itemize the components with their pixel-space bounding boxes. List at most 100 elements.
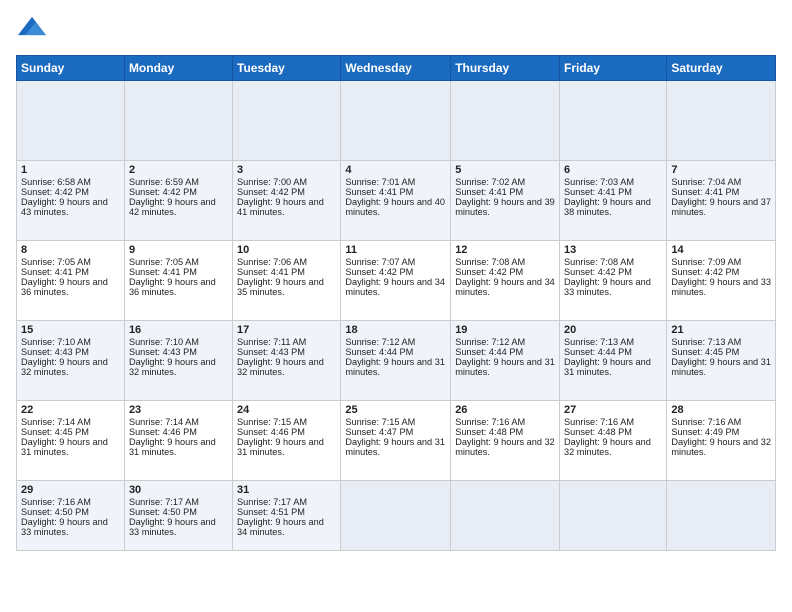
table-cell: 6Sunrise: 7:03 AMSunset: 4:41 PMDaylight… — [560, 161, 667, 241]
daylight-label: Daylight: 9 hours and 31 minutes. — [237, 437, 324, 457]
daylight-label: Daylight: 9 hours and 31 minutes. — [21, 437, 108, 457]
sunrise-label: Sunrise: 7:07 AM — [345, 257, 415, 267]
sunrise-label: Sunrise: 7:01 AM — [345, 177, 415, 187]
sunset-label: Sunset: 4:47 PM — [345, 427, 413, 437]
daylight-label: Daylight: 9 hours and 33 minutes. — [671, 277, 771, 297]
day-number: 3 — [237, 164, 336, 176]
logo-icon — [18, 12, 46, 40]
sunrise-label: Sunrise: 7:13 AM — [564, 337, 634, 347]
table-cell: 14Sunrise: 7:09 AMSunset: 4:42 PMDayligh… — [667, 241, 776, 321]
table-cell — [560, 81, 667, 161]
sunset-label: Sunset: 4:46 PM — [237, 427, 305, 437]
table-cell — [560, 481, 667, 551]
daylight-label: Daylight: 9 hours and 31 minutes. — [564, 357, 651, 377]
sunset-label: Sunset: 4:41 PM — [564, 187, 632, 197]
sunrise-label: Sunrise: 7:10 AM — [21, 337, 91, 347]
sunset-label: Sunset: 4:42 PM — [564, 267, 632, 277]
table-cell: 9Sunrise: 7:05 AMSunset: 4:41 PMDaylight… — [124, 241, 232, 321]
sunrise-label: Sunrise: 6:59 AM — [129, 177, 199, 187]
day-number: 18 — [345, 324, 446, 336]
table-cell: 3Sunrise: 7:00 AMSunset: 4:42 PMDaylight… — [233, 161, 341, 241]
table-cell: 24Sunrise: 7:15 AMSunset: 4:46 PMDayligh… — [233, 401, 341, 481]
daylight-label: Daylight: 9 hours and 34 minutes. — [345, 277, 445, 297]
sunrise-label: Sunrise: 7:00 AM — [237, 177, 307, 187]
daylight-label: Daylight: 9 hours and 35 minutes. — [237, 277, 324, 297]
daylight-label: Daylight: 9 hours and 34 minutes. — [237, 517, 324, 537]
daylight-label: Daylight: 9 hours and 32 minutes. — [129, 357, 216, 377]
daylight-label: Daylight: 9 hours and 42 minutes. — [129, 197, 216, 217]
day-number: 30 — [129, 484, 228, 496]
col-wednesday: Wednesday — [341, 56, 451, 81]
table-cell — [341, 81, 451, 161]
daylight-label: Daylight: 9 hours and 33 minutes. — [129, 517, 216, 537]
sunset-label: Sunset: 4:44 PM — [564, 347, 632, 357]
sunrise-label: Sunrise: 7:03 AM — [564, 177, 634, 187]
daylight-label: Daylight: 9 hours and 37 minutes. — [671, 197, 771, 217]
sunset-label: Sunset: 4:42 PM — [345, 267, 413, 277]
day-number: 5 — [455, 164, 555, 176]
calendar-header-row: Sunday Monday Tuesday Wednesday Thursday… — [17, 56, 776, 81]
daylight-label: Daylight: 9 hours and 43 minutes. — [21, 197, 108, 217]
sunset-label: Sunset: 4:48 PM — [455, 427, 523, 437]
daylight-label: Daylight: 9 hours and 39 minutes. — [455, 197, 555, 217]
table-cell: 28Sunrise: 7:16 AMSunset: 4:49 PMDayligh… — [667, 401, 776, 481]
col-thursday: Thursday — [451, 56, 560, 81]
day-number: 16 — [129, 324, 228, 336]
calendar-table: Sunday Monday Tuesday Wednesday Thursday… — [16, 55, 776, 551]
daylight-label: Daylight: 9 hours and 31 minutes. — [345, 357, 445, 377]
daylight-label: Daylight: 9 hours and 31 minutes. — [345, 437, 445, 457]
day-number: 25 — [345, 404, 446, 416]
table-cell: 19Sunrise: 7:12 AMSunset: 4:44 PMDayligh… — [451, 321, 560, 401]
table-cell: 16Sunrise: 7:10 AMSunset: 4:43 PMDayligh… — [124, 321, 232, 401]
sunrise-label: Sunrise: 7:05 AM — [21, 257, 91, 267]
day-number: 23 — [129, 404, 228, 416]
daylight-label: Daylight: 9 hours and 31 minutes. — [129, 437, 216, 457]
day-number: 15 — [21, 324, 120, 336]
day-number: 28 — [671, 404, 771, 416]
day-number: 19 — [455, 324, 555, 336]
sunrise-label: Sunrise: 7:09 AM — [671, 257, 741, 267]
table-cell: 31Sunrise: 7:17 AMSunset: 4:51 PMDayligh… — [233, 481, 341, 551]
sunset-label: Sunset: 4:49 PM — [671, 427, 739, 437]
daylight-label: Daylight: 9 hours and 31 minutes. — [671, 357, 771, 377]
sunrise-label: Sunrise: 7:13 AM — [671, 337, 741, 347]
sunrise-label: Sunrise: 7:04 AM — [671, 177, 741, 187]
daylight-label: Daylight: 9 hours and 32 minutes. — [237, 357, 324, 377]
sunset-label: Sunset: 4:43 PM — [21, 347, 89, 357]
sunset-label: Sunset: 4:42 PM — [237, 187, 305, 197]
table-cell: 22Sunrise: 7:14 AMSunset: 4:45 PMDayligh… — [17, 401, 125, 481]
sunset-label: Sunset: 4:44 PM — [455, 347, 523, 357]
table-cell — [451, 481, 560, 551]
day-number: 9 — [129, 244, 228, 256]
sunrise-label: Sunrise: 7:16 AM — [564, 417, 634, 427]
sunrise-label: Sunrise: 7:11 AM — [237, 337, 306, 347]
sunset-label: Sunset: 4:41 PM — [455, 187, 523, 197]
sunrise-label: Sunrise: 7:15 AM — [345, 417, 415, 427]
sunrise-label: Sunrise: 7:15 AM — [237, 417, 307, 427]
sunset-label: Sunset: 4:48 PM — [564, 427, 632, 437]
sunset-label: Sunset: 4:45 PM — [21, 427, 89, 437]
sunset-label: Sunset: 4:45 PM — [671, 347, 739, 357]
table-cell: 15Sunrise: 7:10 AMSunset: 4:43 PMDayligh… — [17, 321, 125, 401]
sunrise-label: Sunrise: 7:02 AM — [455, 177, 525, 187]
table-cell — [17, 81, 125, 161]
day-number: 13 — [564, 244, 662, 256]
table-cell: 5Sunrise: 7:02 AMSunset: 4:41 PMDaylight… — [451, 161, 560, 241]
day-number: 26 — [455, 404, 555, 416]
sunrise-label: Sunrise: 7:08 AM — [564, 257, 634, 267]
table-cell: 10Sunrise: 7:06 AMSunset: 4:41 PMDayligh… — [233, 241, 341, 321]
sunrise-label: Sunrise: 7:16 AM — [21, 497, 91, 507]
sunset-label: Sunset: 4:50 PM — [129, 507, 197, 517]
day-number: 27 — [564, 404, 662, 416]
col-saturday: Saturday — [667, 56, 776, 81]
daylight-label: Daylight: 9 hours and 32 minutes. — [671, 437, 771, 457]
sunrise-label: Sunrise: 7:06 AM — [237, 257, 307, 267]
table-cell: 29Sunrise: 7:16 AMSunset: 4:50 PMDayligh… — [17, 481, 125, 551]
sunset-label: Sunset: 4:43 PM — [129, 347, 197, 357]
table-cell: 20Sunrise: 7:13 AMSunset: 4:44 PMDayligh… — [560, 321, 667, 401]
sunset-label: Sunset: 4:51 PM — [237, 507, 305, 517]
day-number: 21 — [671, 324, 771, 336]
table-cell: 25Sunrise: 7:15 AMSunset: 4:47 PMDayligh… — [341, 401, 451, 481]
daylight-label: Daylight: 9 hours and 32 minutes. — [21, 357, 108, 377]
table-cell: 1Sunrise: 6:58 AMSunset: 4:42 PMDaylight… — [17, 161, 125, 241]
